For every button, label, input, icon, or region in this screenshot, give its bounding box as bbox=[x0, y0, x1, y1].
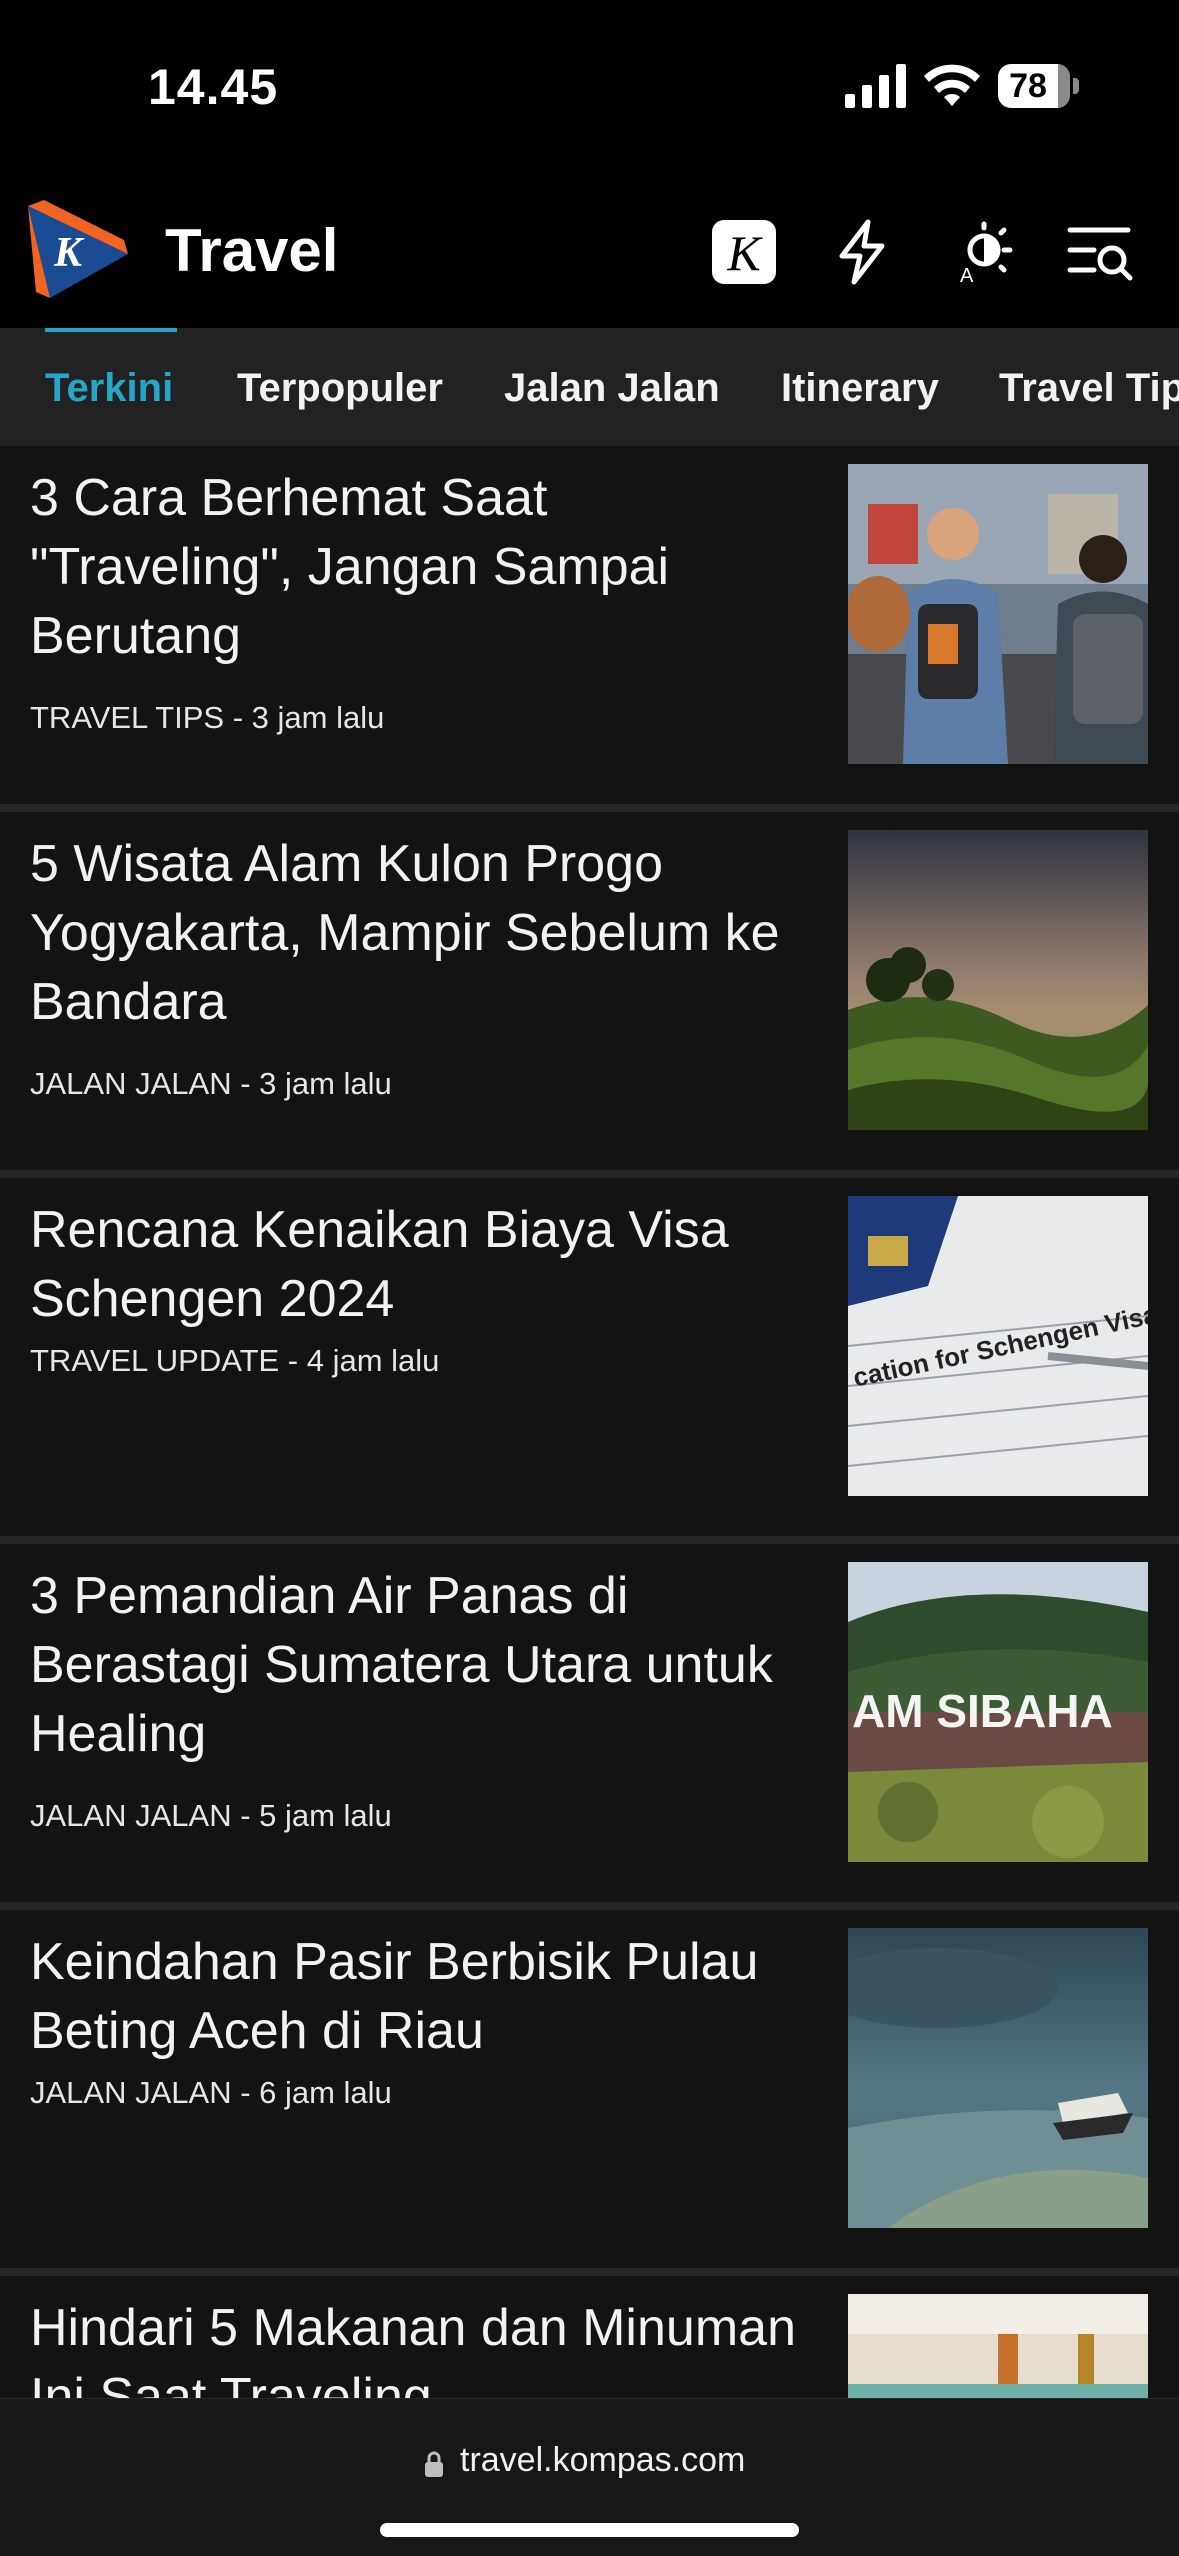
article-thumbnail[interactable] bbox=[848, 830, 1148, 1130]
svg-text:A: A bbox=[960, 265, 974, 287]
article-item[interactable]: Hindari 5 Makanan dan Minuman Ini Saat T… bbox=[0, 2276, 1179, 2398]
article-title[interactable]: 3 Cara Berhemat Saat "Traveling", Jangan… bbox=[30, 464, 810, 671]
theme-toggle-icon[interactable]: A bbox=[946, 216, 1018, 288]
article-item[interactable]: Rencana Kenaikan Biaya Visa Schengen 202… bbox=[0, 1178, 1179, 1536]
browser-url-bar[interactable]: travel.kompas.com bbox=[0, 2398, 1179, 2556]
article-meta: JALAN JALAN - 3 jam lalu bbox=[30, 1066, 392, 1101]
article-thumbnail[interactable] bbox=[848, 1928, 1148, 2228]
article-title[interactable]: Rencana Kenaikan Biaya Visa Schengen 202… bbox=[30, 1196, 810, 1334]
home-indicator[interactable] bbox=[380, 2523, 799, 2537]
tab-terkini[interactable]: Terkini bbox=[45, 364, 173, 412]
feed-divider bbox=[0, 1536, 1179, 1544]
article-meta: TRAVEL TIPS - 3 jam lalu bbox=[30, 700, 385, 735]
article-title[interactable]: 3 Pemandian Air Panas di Berastagi Sumat… bbox=[30, 1562, 810, 1769]
article-thumbnail[interactable] bbox=[848, 2294, 1148, 2398]
article-thumbnail[interactable]: cation for Schengen Visa bbox=[848, 1196, 1148, 1496]
tab-terpopuler[interactable]: Terpopuler bbox=[237, 364, 443, 412]
kompas-k-icon[interactable]: K bbox=[708, 216, 780, 288]
cellular-signal-icon bbox=[845, 64, 906, 108]
article-title[interactable]: 5 Wisata Alam Kulon Progo Yogyakarta, Ma… bbox=[30, 830, 810, 1037]
article-thumbnail[interactable]: AM SIBAHA bbox=[848, 1562, 1148, 1862]
article-item[interactable]: 3 Cara Berhemat Saat "Traveling", Jangan… bbox=[0, 446, 1179, 804]
tab-jalan-jalan[interactable]: Jalan Jalan bbox=[504, 364, 720, 412]
active-tab-indicator bbox=[45, 328, 177, 332]
page-title: Travel bbox=[165, 217, 339, 284]
battery-level: 78 bbox=[1009, 67, 1047, 105]
wifi-icon bbox=[924, 64, 980, 106]
article-item[interactable]: 3 Pemandian Air Panas di Berastagi Sumat… bbox=[0, 1544, 1179, 1902]
category-tabs: Terkini Terpopuler Jalan Jalan Itinerary… bbox=[0, 328, 1179, 446]
app-header: K Travel K A bbox=[0, 180, 1179, 328]
article-thumbnail[interactable] bbox=[848, 464, 1148, 764]
kompas-logo-icon[interactable]: K bbox=[20, 196, 132, 308]
article-title[interactable]: Keindahan Pasir Berbisik Pulau Beting Ac… bbox=[30, 1928, 810, 2066]
sign-text: AM SIBAHA bbox=[852, 1685, 1113, 1737]
feed-divider bbox=[0, 1902, 1179, 1910]
article-meta: JALAN JALAN - 5 jam lalu bbox=[30, 1798, 392, 1833]
lock-icon bbox=[425, 2451, 443, 2477]
article-item[interactable]: Keindahan Pasir Berbisik Pulau Beting Ac… bbox=[0, 1910, 1179, 2268]
status-bar: 14.45 78 bbox=[0, 0, 1179, 180]
article-meta: JALAN JALAN - 6 jam lalu bbox=[30, 2075, 392, 2110]
article-title[interactable]: Hindari 5 Makanan dan Minuman Ini Saat T… bbox=[30, 2294, 810, 2398]
feed-divider bbox=[0, 2268, 1179, 2276]
svg-text:K: K bbox=[726, 225, 763, 281]
menu-search-icon[interactable] bbox=[1064, 216, 1136, 288]
feed-divider bbox=[0, 804, 1179, 812]
article-feed: 3 Cara Berhemat Saat "Traveling", Jangan… bbox=[0, 446, 1179, 2398]
article-item[interactable]: 5 Wisata Alam Kulon Progo Yogyakarta, Ma… bbox=[0, 812, 1179, 1170]
battery-icon: 78 bbox=[998, 64, 1080, 108]
url-text[interactable]: travel.kompas.com bbox=[460, 2441, 745, 2480]
lightning-icon[interactable] bbox=[826, 216, 898, 288]
svg-text:K: K bbox=[53, 230, 85, 276]
article-meta: TRAVEL UPDATE - 4 jam lalu bbox=[30, 1343, 440, 1378]
tab-itinerary[interactable]: Itinerary bbox=[781, 364, 939, 412]
status-time: 14.45 bbox=[148, 59, 279, 115]
tab-travel-tips[interactable]: Travel Tips bbox=[999, 364, 1179, 412]
feed-divider bbox=[0, 1170, 1179, 1178]
